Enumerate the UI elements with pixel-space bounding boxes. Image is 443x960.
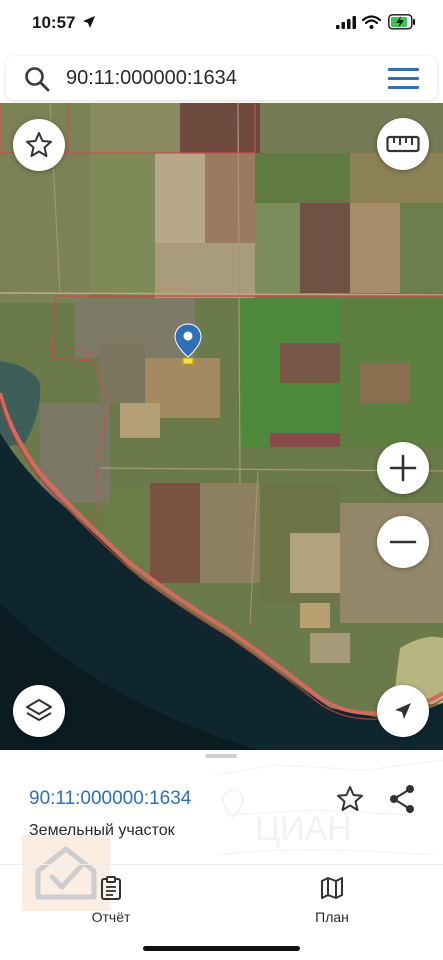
favorite-star-icon[interactable] (335, 784, 365, 814)
zoom-in-icon (389, 454, 417, 482)
ruler-button[interactable] (377, 118, 429, 170)
wifi-icon (362, 15, 381, 29)
favorite-map-button[interactable] (13, 119, 65, 171)
zoom-in-button[interactable] (377, 442, 429, 494)
map-imagery (0, 103, 443, 750)
cellular-signal-icon (336, 16, 356, 29)
share-icon[interactable] (388, 784, 416, 814)
tab-report[interactable]: Отчёт (61, 876, 161, 925)
search-icon[interactable] (24, 66, 50, 92)
details-sheet: ЦИАН 90:11:000000:1634 Земельный участок… (0, 750, 443, 960)
tab-report-label: Отчёт (91, 909, 131, 925)
favorite-star-icon (26, 132, 52, 157)
navigation-arrow-icon (395, 703, 411, 719)
satellite-map[interactable] (0, 103, 443, 750)
svg-text:ЦИАН: ЦИАН (255, 810, 352, 848)
location-pin-icon[interactable] (174, 323, 202, 365)
map-icon (321, 877, 343, 899)
tab-plan-label: План (315, 909, 349, 925)
zoom-out-button[interactable] (377, 516, 429, 568)
battery-charging-icon (388, 14, 415, 30)
my-location-button[interactable] (377, 685, 429, 737)
zoom-out-icon (389, 540, 417, 544)
ruler-icon (386, 135, 420, 153)
property-type: Земельный участок (29, 822, 175, 839)
tab-plan[interactable]: План (282, 876, 382, 925)
home-indicator[interactable] (143, 946, 300, 951)
cadastral-number[interactable]: 90:11:000000:1634 (29, 788, 191, 810)
search-bar[interactable]: 90:11:000000:1634 (6, 56, 437, 100)
menu-icon[interactable] (388, 68, 420, 90)
status-time: 10:57 (32, 13, 76, 32)
location-arrow-icon (83, 16, 95, 28)
sheet-divider (0, 864, 443, 865)
clipboard-icon (101, 876, 121, 900)
layers-button[interactable] (13, 685, 65, 737)
search-input[interactable]: 90:11:000000:1634 (66, 67, 237, 90)
status-bar: 10:57 (0, 0, 443, 50)
layers-icon (26, 699, 52, 721)
